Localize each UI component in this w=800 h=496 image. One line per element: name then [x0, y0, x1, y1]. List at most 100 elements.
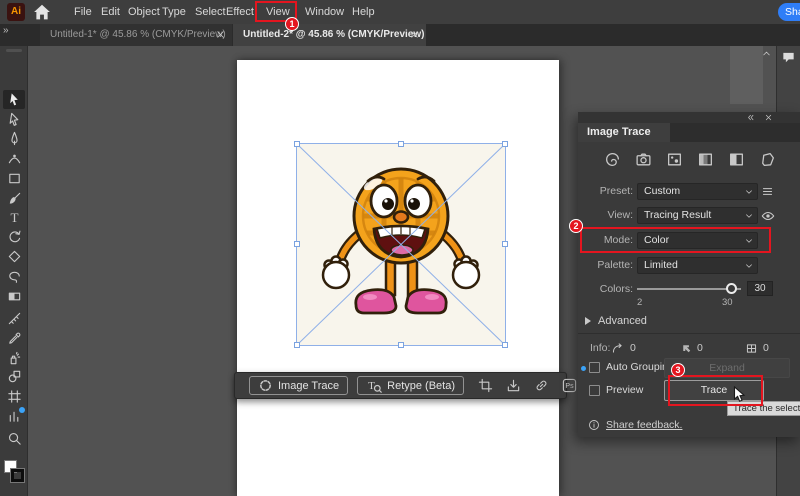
- tool-selection[interactable]: [3, 90, 25, 109]
- eyedropper-icon: [8, 332, 20, 344]
- tool-rotate[interactable]: [3, 227, 25, 246]
- palette-dropdown[interactable]: Limited: [637, 257, 758, 274]
- image-trace-button[interactable]: Image Trace: [249, 376, 349, 395]
- chevron-up-icon: [763, 51, 770, 56]
- selection-bounding-box[interactable]: [294, 141, 508, 348]
- share-button[interactable]: Share: [778, 3, 800, 21]
- shape-builder-icon: [8, 370, 20, 383]
- chevron-down-icon: [744, 261, 754, 271]
- tool-frame[interactable]: [3, 169, 25, 188]
- selection-handle[interactable]: [502, 342, 508, 348]
- close-icon[interactable]: [215, 29, 226, 40]
- advanced-section-toggle[interactable]: Advanced: [585, 315, 647, 327]
- selection-handle[interactable]: [294, 241, 300, 247]
- menu-window[interactable]: Window: [301, 0, 348, 24]
- stroke-color-swatch[interactable]: [10, 468, 25, 483]
- shaper-icon: [8, 250, 20, 263]
- tool-measure[interactable]: [3, 309, 25, 328]
- advanced-label: Advanced: [598, 315, 647, 327]
- preset-outline-icon: [762, 152, 774, 166]
- retype-button[interactable]: T Retype (Beta): [357, 376, 465, 395]
- retype-label: Retype (Beta): [387, 379, 456, 392]
- close-icon[interactable]: [409, 29, 420, 40]
- tool-symbol-sprayer[interactable]: [3, 349, 25, 368]
- colors-count: 0: [763, 342, 769, 354]
- tool-graph[interactable]: [3, 407, 25, 426]
- colors-min-label: 2: [637, 297, 643, 308]
- toolbar-expand-icon[interactable]: »: [3, 25, 8, 36]
- tool-shape-builder[interactable]: [3, 367, 25, 386]
- menu-edit[interactable]: Edit: [97, 0, 124, 24]
- selection-handle[interactable]: [502, 141, 508, 147]
- illustrator-window: Ai File Edit Object Type Select Effect View Win…: [0, 0, 800, 496]
- selection-handle[interactable]: [398, 141, 404, 147]
- preset-low-button[interactable]: [666, 150, 684, 168]
- auto-grouping-checkbox[interactable]: [589, 362, 600, 373]
- preset-menu-icon[interactable]: [761, 185, 774, 198]
- home-icon[interactable]: [33, 3, 51, 21]
- view-dropdown[interactable]: Tracing Result: [637, 207, 758, 224]
- link-button[interactable]: [534, 378, 549, 393]
- paths-count: 0: [630, 342, 636, 354]
- divider: [578, 333, 800, 334]
- tool-type[interactable]: T: [3, 208, 25, 227]
- tool-curvature[interactable]: [3, 149, 25, 168]
- colors-label: Colors:: [599, 283, 633, 295]
- collapse-panel-icon[interactable]: [746, 113, 755, 122]
- lasso-icon: [8, 271, 20, 283]
- comment-icon[interactable]: [781, 50, 796, 65]
- tool-pen[interactable]: [3, 129, 25, 148]
- tool-shaper[interactable]: [3, 247, 25, 266]
- preset-low-icon: [668, 153, 681, 165]
- preview-checkbox[interactable]: [589, 385, 600, 396]
- paintbrush-icon: [9, 192, 20, 204]
- menu-help[interactable]: Help: [348, 0, 379, 24]
- colors-slider-knob[interactable]: [726, 283, 737, 294]
- crop-button[interactable]: [478, 378, 493, 393]
- menu-file[interactable]: File: [70, 0, 96, 24]
- tool-paintbrush[interactable]: [3, 189, 25, 208]
- close-icon: [765, 114, 772, 121]
- eye-icon[interactable]: [761, 209, 775, 223]
- preset-bw-button[interactable]: [728, 150, 746, 168]
- document-tab-untitled-2[interactable]: Untitled-2* @ 45.86 % (CMYK/Preview): [233, 24, 426, 46]
- menu-type[interactable]: Type: [158, 0, 190, 24]
- menu-effect[interactable]: Effect: [222, 0, 258, 24]
- tool-direct-selection[interactable]: [3, 110, 25, 129]
- zoom-icon: [8, 432, 21, 445]
- tool-eyedropper[interactable]: [3, 329, 25, 348]
- annotation-step-3: 3: [671, 363, 685, 377]
- tool-lasso[interactable]: [3, 267, 25, 286]
- frame-icon: [8, 173, 20, 184]
- panel-header: [578, 112, 800, 123]
- preset-auto-button[interactable]: [604, 150, 622, 168]
- anchors-count: 0: [697, 342, 703, 354]
- fill-stroke-control[interactable]: [4, 460, 26, 484]
- embed-button[interactable]: [506, 378, 521, 393]
- photoshop-button[interactable]: Ps: [562, 378, 577, 393]
- preset-gray-button[interactable]: [697, 150, 715, 168]
- document-tab-untitled-1[interactable]: Untitled-1* @ 45.86 % (CMYK/Preview): [40, 24, 232, 46]
- chevron-double-left-icon: [748, 114, 754, 121]
- close-icon[interactable]: [764, 113, 773, 122]
- share-feedback-link[interactable]: Share feedback.: [606, 419, 682, 431]
- selection-handle[interactable]: [502, 241, 508, 247]
- tool-zoom[interactable]: [3, 429, 25, 448]
- toolbar-grip[interactable]: [6, 49, 22, 52]
- preset-dropdown[interactable]: Custom: [637, 183, 758, 200]
- paths-info-icon: [612, 343, 622, 353]
- colors-value-field[interactable]: 30: [747, 281, 773, 296]
- info-row: Info: 0 0 0: [578, 341, 800, 357]
- preset-outline-button[interactable]: [759, 150, 777, 168]
- preset-photo-button[interactable]: [635, 150, 653, 168]
- tool-gradient[interactable]: [3, 287, 25, 306]
- tool-artboard[interactable]: [3, 387, 25, 406]
- colors-count-icon: [745, 342, 758, 355]
- selection-handle[interactable]: [398, 342, 404, 348]
- type-icon: T: [10, 210, 18, 225]
- palette-value: Limited: [644, 259, 678, 271]
- panel-tab-image-trace[interactable]: Image Trace: [578, 123, 670, 142]
- selection-handle[interactable]: [294, 342, 300, 348]
- chevron-up-icon[interactable]: [761, 48, 772, 59]
- selection-handle[interactable]: [294, 141, 300, 147]
